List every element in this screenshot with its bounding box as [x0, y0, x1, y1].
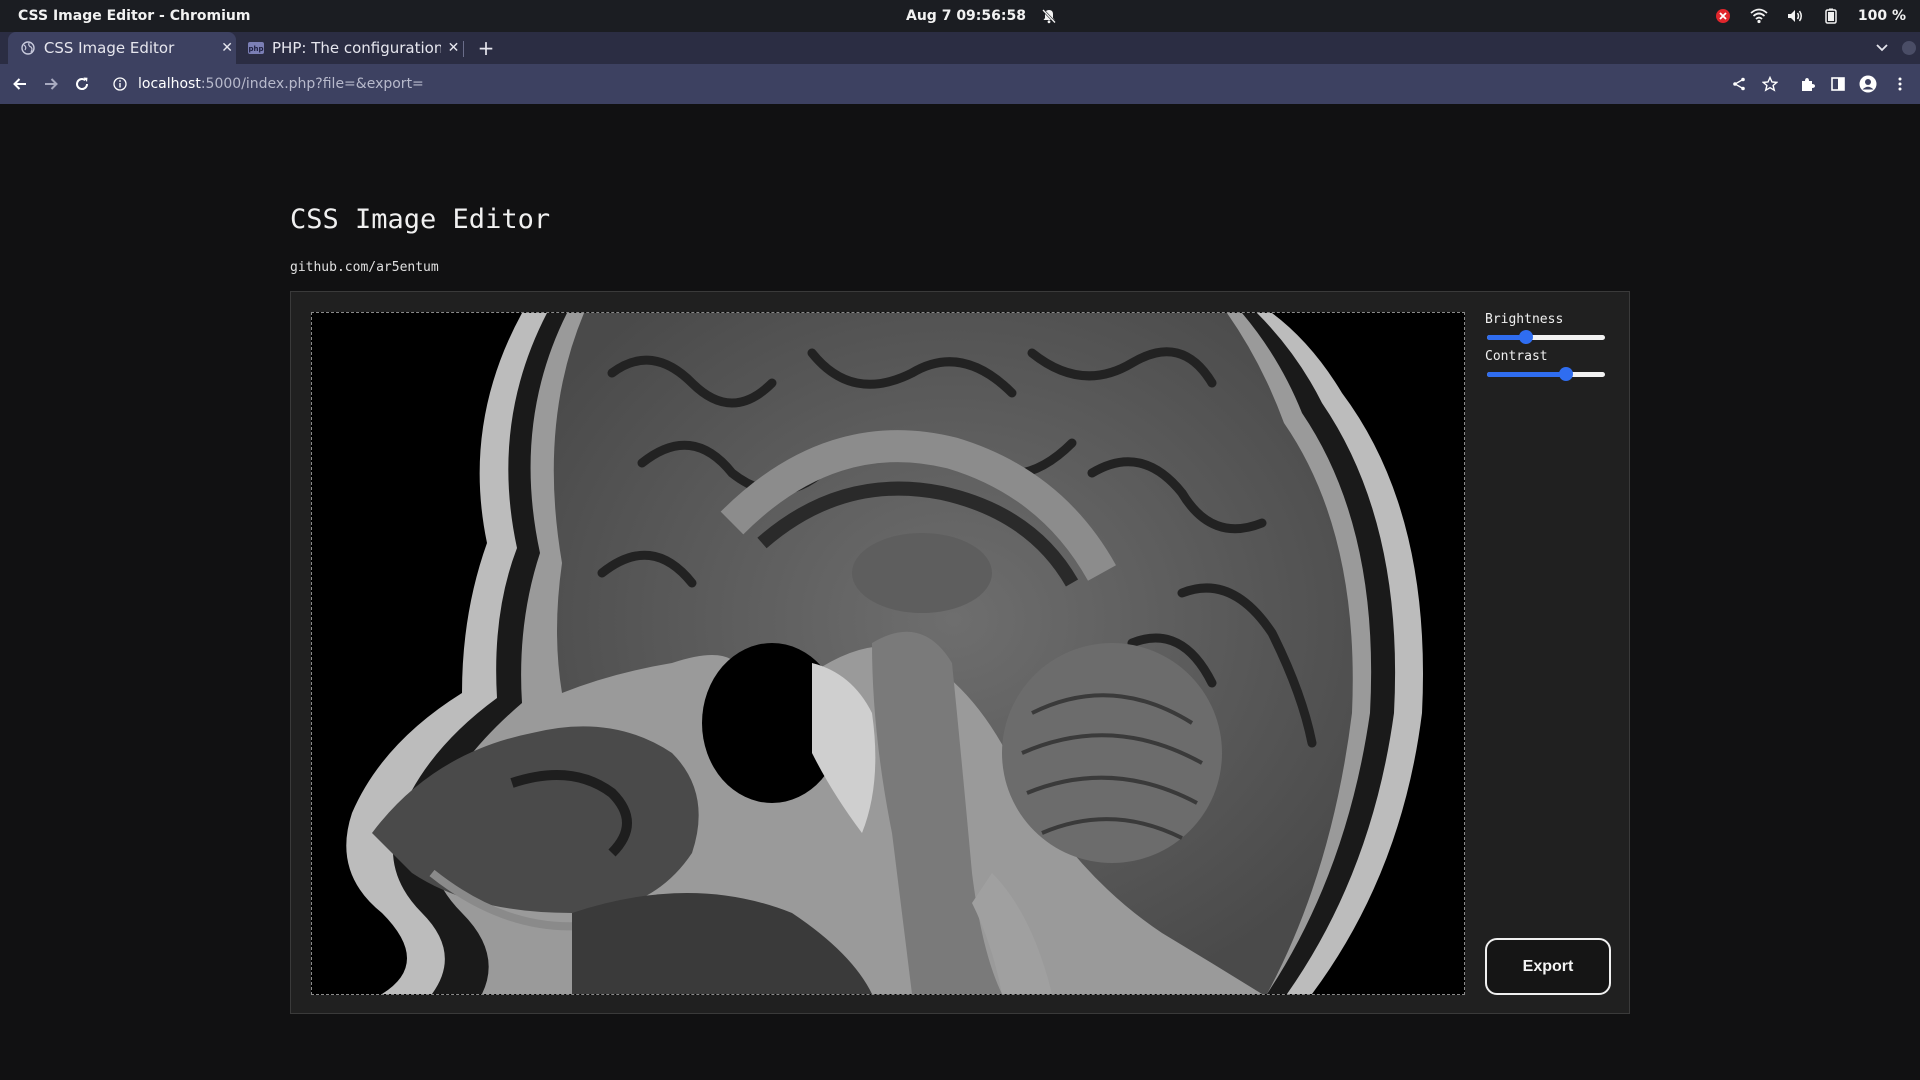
- side-panel-icon[interactable]: [1828, 74, 1848, 94]
- svg-text:php: php: [248, 45, 263, 53]
- bookmark-star-icon[interactable]: [1760, 74, 1780, 94]
- tab-separator: [463, 41, 464, 57]
- tab-search-chevron-icon[interactable]: [1872, 38, 1892, 58]
- os-top-bar: CSS Image Editor - Chromium Aug 7 09:56:…: [0, 0, 1920, 32]
- url-host: localhost: [138, 76, 201, 92]
- notifications-off-icon: [1040, 7, 1058, 25]
- new-tab-button[interactable]: +: [474, 36, 498, 60]
- mri-brain-image: [312, 313, 1464, 994]
- slider-thumb[interactable]: [1518, 330, 1533, 344]
- export-button[interactable]: Export: [1485, 938, 1611, 995]
- tab-label: PHP: The configuration: [272, 39, 441, 57]
- url-path: :5000/index.php?file=&export=: [200, 76, 424, 92]
- slider-fill: [1487, 372, 1567, 377]
- globe-icon: [20, 40, 36, 56]
- window-control-dot[interactable]: [1902, 41, 1916, 55]
- browser-toolbar: localhost:5000/index.php?file=&export=: [0, 64, 1920, 104]
- brightness-label: Brightness: [1485, 312, 1564, 327]
- error-indicator-icon[interactable]: [1714, 7, 1732, 25]
- close-tab-icon[interactable]: ✕: [445, 39, 462, 57]
- wifi-icon[interactable]: [1750, 7, 1768, 25]
- clock-text: Aug 7 09:56:58: [906, 8, 1026, 24]
- adjustment-controls: Brightness Contrast: [1485, 312, 1611, 386]
- tab-css-image-editor[interactable]: CSS Image Editor ✕: [8, 32, 236, 64]
- site-info-icon[interactable]: [112, 76, 128, 92]
- window-title: CSS Image Editor - Chromium: [18, 8, 251, 24]
- back-arrow-icon[interactable]: [10, 74, 30, 94]
- volume-icon[interactable]: [1786, 7, 1804, 25]
- image-editor-panel: Brightness Contrast Export: [290, 291, 1630, 1014]
- clock[interactable]: Aug 7 09:56:58: [906, 7, 1058, 25]
- brightness-slider[interactable]: [1485, 328, 1607, 346]
- tab-strip: CSS Image Editor ✕ php PHP: The configur…: [0, 32, 1920, 64]
- battery-icon[interactable]: [1822, 7, 1840, 25]
- close-tab-icon[interactable]: ✕: [218, 39, 236, 57]
- contrast-label: Contrast: [1485, 349, 1548, 364]
- tab-php-configuration[interactable]: php PHP: The configuration ✕: [236, 32, 462, 64]
- share-icon[interactable]: [1729, 74, 1749, 94]
- system-tray: 100 %: [1714, 7, 1906, 25]
- profile-avatar-icon[interactable]: [1858, 74, 1878, 94]
- tab-label: CSS Image Editor: [43, 39, 175, 57]
- image-canvas: [311, 312, 1465, 995]
- battery-percent: 100 %: [1857, 8, 1906, 24]
- extensions-puzzle-icon[interactable]: [1797, 74, 1817, 94]
- page-title: CSS Image Editor: [290, 204, 551, 235]
- slider-thumb[interactable]: [1559, 367, 1574, 381]
- browser-menu-icon[interactable]: [1890, 74, 1910, 94]
- contrast-slider[interactable]: [1485, 365, 1607, 383]
- address-bar[interactable]: localhost:5000/index.php?file=&export=: [112, 72, 424, 96]
- php-icon: php: [248, 40, 264, 56]
- forward-arrow-icon[interactable]: [41, 74, 61, 94]
- reload-icon[interactable]: [72, 74, 92, 94]
- github-link[interactable]: github.com/ar5entum: [290, 260, 439, 275]
